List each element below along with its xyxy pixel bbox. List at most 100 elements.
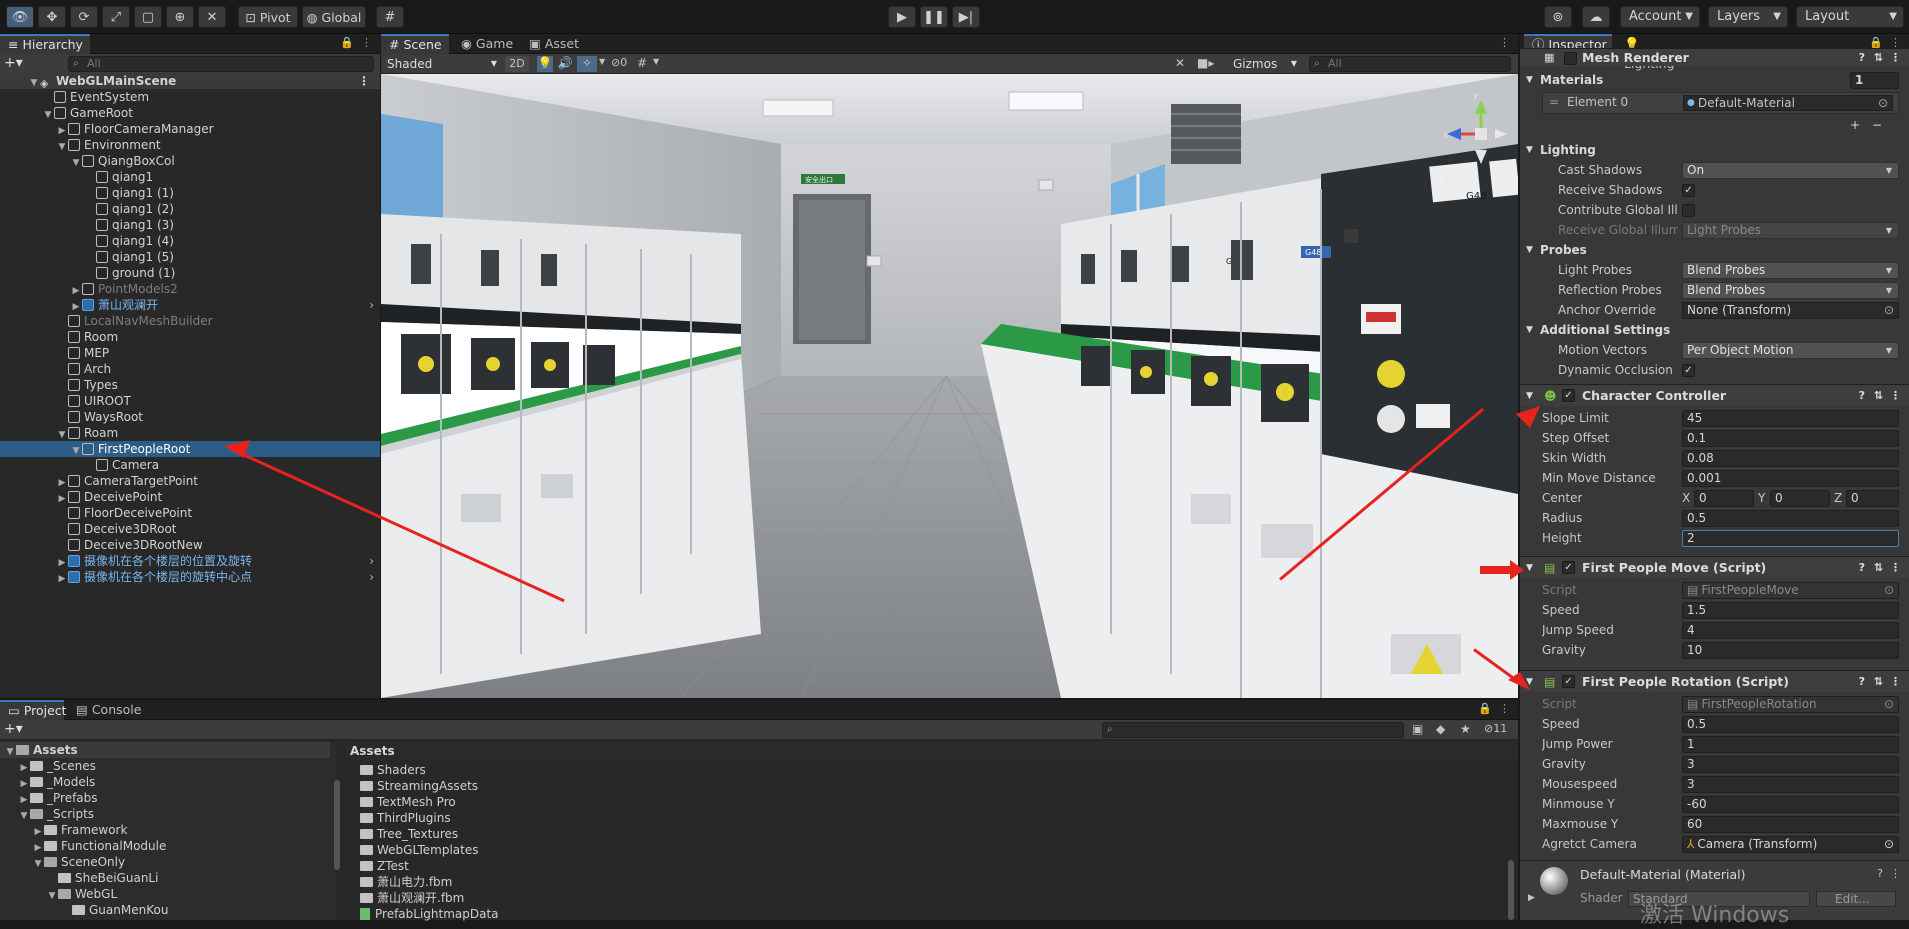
pivot-toggle[interactable]: ⊡ Pivot [238,6,298,28]
fpr-mousespeed-field[interactable]: 3 [1682,776,1899,793]
receive-shadows-checkbox[interactable]: ✓ [1682,184,1695,197]
more-menu-icon[interactable]: ⋮ [1499,36,1510,49]
hierarchy-item[interactable]: qiang1 (4) [0,233,380,249]
project-folder-item[interactable]: ▼ Assets [0,742,330,758]
center-x-field[interactable]: 0 [1694,490,1754,507]
favorite-star-icon[interactable]: ★ [1460,722,1471,736]
scale-tool-icon[interactable]: ⤢ [102,6,130,28]
persp-label[interactable]: Persp [1444,174,1474,187]
add-plus-icon[interactable]: +▾ [4,55,23,71]
hidden-objects-icon[interactable]: ⊘0 [611,56,627,69]
hierarchy-item[interactable]: ▼ Environment [0,137,380,153]
chevron-right-icon[interactable]: ▶ [1528,893,1535,903]
effects-toggle-icon[interactable]: ✧ [577,56,597,72]
open-prefab-chevron-icon[interactable]: › [369,569,374,585]
probes-section[interactable]: ▼ Probes [1520,240,1909,260]
view-tool-eye-icon[interactable]: 👁 [6,6,34,28]
motion-vectors-dropdown[interactable]: Per Object Motion [1682,342,1899,359]
collab-icon[interactable]: ⊚ [1544,6,1572,28]
hierarchy-item[interactable]: qiang1 (1) [0,185,380,201]
toggle-2d-button[interactable]: 2D [505,56,529,72]
hierarchy-item[interactable]: qiang1 (5) [0,249,380,265]
asset-list-item[interactable]: 萧山观澜开.fbm [360,890,464,906]
assets-breadcrumb[interactable]: Assets [346,742,1518,760]
object-picker-icon[interactable]: ⊙ [1884,697,1894,712]
hierarchy-item[interactable]: Room [0,329,380,345]
shading-mode-dropdown[interactable]: Shaded ▼ [383,56,501,72]
add-element-plus-icon[interactable]: + [1850,118,1860,132]
shader-edit-button[interactable]: Edit... [1816,891,1896,907]
scene-viewport[interactable]: 安全出口 G48 G48 y x Persp [381,74,1518,698]
asset-list-item[interactable]: StreamingAssets [360,778,478,794]
project-folder-item[interactable]: GuanMenKou [0,902,330,918]
tools-wrench-icon[interactable]: ✕ [1175,56,1185,70]
component-menu-icon[interactable]: ⋮ [1890,49,1901,67]
hierarchy-item[interactable]: ▼ ◈ WebGLMainScene ⋮ [0,73,380,90]
more-menu-icon[interactable]: ⋮ [361,36,372,49]
step-offset-field[interactable]: 0.1 [1682,430,1899,447]
slope-limit-field[interactable]: 45 [1682,410,1899,427]
layers-dropdown[interactable]: Layers ▼ [1708,6,1788,28]
lock-icon[interactable]: 🔒 [340,36,354,49]
tree-scrollbar[interactable] [334,780,340,870]
chevron-down-icon[interactable]: ▼ [599,57,605,66]
hierarchy-item[interactable]: UIROOT [0,393,380,409]
hidden-packages-icon[interactable]: ⊘11 [1484,722,1507,735]
preset-icon[interactable]: ⇅ [1874,385,1883,407]
asset-list-item[interactable]: ZTest [360,858,409,874]
tab-asset-store[interactable]: ▣Asset Store [521,34,617,71]
light-probes-dropdown[interactable]: Blend Probes [1682,262,1899,279]
chevron-right-icon[interactable]: ▶ [56,571,68,587]
file-list-scrollbar[interactable] [1508,860,1514,920]
fpr-camera-field[interactable]: ⅄ Camera (Transform) ⊙ [1682,836,1899,853]
chevron-down-icon[interactable]: ▼ [653,57,659,66]
grid-toggle-icon[interactable]: # [637,56,647,70]
anchor-override-field[interactable]: None (Transform) ⊙ [1682,302,1899,319]
remove-element-minus-icon[interactable]: − [1872,118,1882,132]
project-folder-item[interactable]: ▼ _Scripts [0,806,330,822]
step-button[interactable]: ▶| [952,6,980,28]
fpm-jump-speed-field[interactable]: 4 [1682,622,1899,639]
preset-icon[interactable]: ⇅ [1874,557,1883,579]
hierarchy-item[interactable]: ▶ FloorCameraManager [0,121,380,137]
hierarchy-item[interactable]: qiang1 (3) [0,217,380,233]
preset-icon[interactable]: ⇅ [1874,671,1883,693]
hierarchy-item[interactable]: FloorDeceivePoint [0,505,380,521]
asset-list-item[interactable]: ThirdPlugins [360,810,451,826]
asset-list-item[interactable]: 萧山电力.fbm [360,874,452,890]
help-icon[interactable]: ? [1859,671,1865,693]
asset-list-item[interactable]: WebGLTemplates [360,842,479,858]
project-folder-item[interactable]: ▼ WebGL [0,886,330,902]
grid-snap-icon[interactable]: # [376,6,404,28]
hierarchy-item[interactable]: qiang1 [0,169,380,185]
project-folder-item[interactable]: ▶ _Prefabs [0,790,330,806]
character-controller-header[interactable]: ▼ ☻ ✓ Character Controller ? ⇅ ⋮ [1520,384,1909,406]
tab-console[interactable]: ▤ Console [68,700,148,720]
dynamic-occlusion-checkbox[interactable]: ✓ [1682,364,1695,377]
rect-tool-icon[interactable]: ▢ [134,6,162,28]
add-plus-icon[interactable]: +▾ [4,721,23,737]
help-icon[interactable]: ? [1859,49,1865,67]
component-menu-icon[interactable]: ⋮ [1890,867,1901,880]
radius-field[interactable]: 0.5 [1682,510,1899,527]
account-dropdown[interactable]: Account ▼ [1620,6,1700,28]
project-folder-item[interactable]: ▼ SceneOnly [0,854,330,870]
component-menu-icon[interactable]: ⋮ [1890,557,1901,579]
first-people-rotation-header[interactable]: ▼ ▤ ✓ First People Rotation (Script) ? ⇅… [1520,670,1909,692]
height-field[interactable]: 2 [1682,530,1899,547]
fpr-enabled-checkbox[interactable]: ✓ [1562,675,1575,688]
hierarchy-item[interactable]: ▶ 萧山观澜开 › [0,297,380,313]
object-picker-icon[interactable]: ⊙ [1884,583,1894,598]
audio-toggle-icon[interactable]: 🔊 [557,56,573,70]
scene-search-input[interactable]: ⌕ All [1309,56,1511,72]
fpr-jump-power-field[interactable]: 1 [1682,736,1899,753]
materials-size-field[interactable]: 1 [1850,72,1899,89]
preset-icon[interactable]: ⇅ [1874,49,1883,67]
asset-list-item[interactable]: Tree_Textures [360,826,458,842]
drag-handle-icon[interactable]: = [1549,95,1559,109]
object-picker-icon[interactable]: ⊙ [1878,96,1888,110]
project-folder-item[interactable]: ▶ _Models [0,774,330,790]
cc-enabled-checkbox[interactable]: ✓ [1562,389,1575,402]
component-menu-icon[interactable]: ⋮ [1890,671,1901,693]
transform-tool-icon[interactable]: ⊕ [166,6,194,28]
